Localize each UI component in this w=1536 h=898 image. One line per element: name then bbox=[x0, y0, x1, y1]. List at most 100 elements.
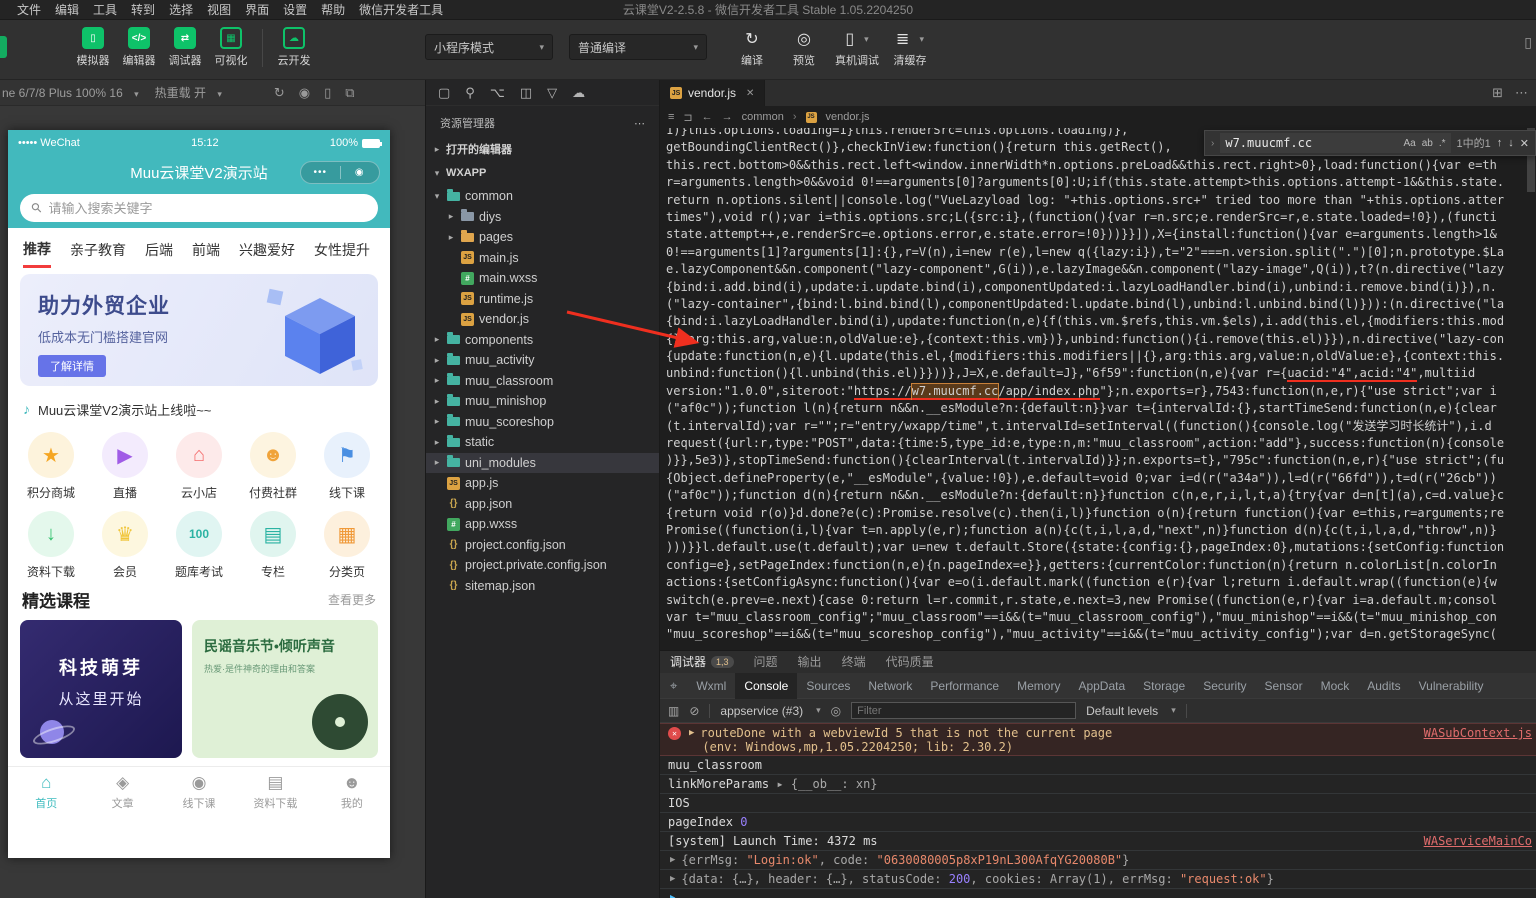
device-icon[interactable]: ▯ bbox=[324, 85, 331, 101]
dock-icon[interactable] bbox=[0, 36, 7, 58]
tree-item-app.js[interactable]: JSapp.js bbox=[426, 473, 659, 494]
devtools-tab-Network[interactable]: Network bbox=[859, 673, 921, 699]
console-message[interactable]: ▶{errMsg: "Login:ok", code: "0630080005p… bbox=[660, 851, 1536, 870]
tree-item-project.config.json[interactable]: {}project.config.json bbox=[426, 535, 659, 556]
find-input-box[interactable]: Aa ab .* bbox=[1220, 133, 1450, 153]
toolbar-button-visual[interactable]: ▦可视化 bbox=[208, 27, 254, 68]
expand-arrow-icon[interactable]: ▶ bbox=[670, 874, 675, 884]
tree-item-diys[interactable]: ▸diys bbox=[426, 207, 659, 228]
hot-reload-toggle[interactable]: 热重载 开 ▾ bbox=[155, 84, 222, 101]
close-icon[interactable]: ✕ bbox=[1520, 137, 1529, 150]
devtools-tab-Performance[interactable]: Performance bbox=[921, 673, 1008, 699]
tree-item-runtime.js[interactable]: JSruntime.js bbox=[426, 289, 659, 310]
devtools-tab-Wxml[interactable]: Wxml bbox=[687, 673, 735, 699]
menu-item[interactable]: 设置 bbox=[276, 0, 314, 20]
search-icon[interactable]: ⚲ bbox=[465, 85, 475, 101]
source-link[interactable]: WAServiceMainCo bbox=[1414, 834, 1532, 848]
expand-arrow-icon[interactable]: ▶ bbox=[670, 855, 675, 865]
toolbar-overflow-icon[interactable]: ▯ bbox=[1524, 34, 1532, 51]
record-icon[interactable]: ◉ bbox=[299, 85, 310, 101]
tree-item-project.private.config.json[interactable]: {}project.private.config.json bbox=[426, 555, 659, 576]
menu-item[interactable]: 工具 bbox=[86, 0, 124, 20]
outline-icon[interactable]: ≡ bbox=[668, 111, 674, 123]
tree-item-main.wxss[interactable]: #main.wxss bbox=[426, 268, 659, 289]
git-icon[interactable]: ⌥ bbox=[490, 85, 505, 101]
tabbar-item-资料下载[interactable]: ▤资料下载 bbox=[237, 773, 313, 816]
devtools-tab-Console[interactable]: Console bbox=[735, 673, 797, 699]
tabbar-item-文章[interactable]: ◈文章 bbox=[84, 773, 160, 816]
levels-select[interactable]: Default levels ▾ bbox=[1086, 704, 1176, 718]
panel-tab-代码质量[interactable]: 代码质量 bbox=[886, 651, 934, 673]
tree-item-common[interactable]: ▾common bbox=[426, 186, 659, 207]
grid_more-icon[interactable]: ⧉ bbox=[345, 85, 354, 101]
course-card-tech[interactable]: 科技萌芽 从这里开始 bbox=[20, 620, 182, 758]
source-link[interactable]: WASubContext.js bbox=[1414, 726, 1532, 740]
menu-item[interactable]: 帮助 bbox=[314, 0, 352, 20]
devtools-tab-Security[interactable]: Security bbox=[1194, 673, 1255, 699]
tabbar-item-线下课[interactable]: ◉线下课 bbox=[161, 773, 237, 816]
action-button-compile[interactable]: ↻编译 bbox=[731, 28, 773, 68]
tree-item-main.js[interactable]: JSmain.js bbox=[426, 248, 659, 269]
tree-item-static[interactable]: ▸static bbox=[426, 432, 659, 453]
panel-tab-调试器[interactable]: 调试器1,3 bbox=[670, 651, 734, 673]
category-tab[interactable]: 推荐 bbox=[23, 231, 51, 268]
devtools-tab-Mock[interactable]: Mock bbox=[1312, 673, 1359, 699]
clear-console-icon[interactable]: ⊘ bbox=[689, 704, 699, 718]
whole-word-icon[interactable]: ab bbox=[1422, 138, 1433, 149]
compile-mode-select[interactable]: 普通编译 ▾ bbox=[569, 34, 707, 60]
split-editor-icon[interactable]: ⊞ bbox=[1492, 85, 1503, 101]
prev-match-icon[interactable]: ↑ bbox=[1497, 137, 1503, 149]
refresh-icon[interactable]: ↻ bbox=[274, 85, 285, 101]
toolbar-button-editor[interactable]: </>编辑器 bbox=[116, 27, 162, 68]
console-filter-input[interactable] bbox=[851, 702, 1076, 719]
tree-item-pages[interactable]: ▸pages bbox=[426, 227, 659, 248]
tree-item-muu_scoreshop[interactable]: ▸muu_scoreshop bbox=[426, 412, 659, 433]
files-icon[interactable]: ▢ bbox=[438, 85, 450, 101]
toolbar-button-simulator[interactable]: ▯模拟器 bbox=[70, 27, 116, 68]
code-area[interactable]: 1)}this.options.loading=1}this.renderSrc… bbox=[660, 128, 1536, 650]
find-collapse-icon[interactable]: › bbox=[1211, 138, 1214, 149]
capsule-menu[interactable]: ••• ◉ bbox=[300, 161, 380, 184]
devtools-tab-Sources[interactable]: Sources bbox=[797, 673, 859, 699]
tree-item-uni_modules[interactable]: ▸uni_modules bbox=[426, 453, 659, 474]
grid-item-题库考试[interactable]: 100题库考试 bbox=[162, 511, 236, 580]
banner-cta-button[interactable]: 了解详情 bbox=[38, 355, 106, 377]
notice-bar[interactable]: ♪ Muu云课堂V2演示站上线啦~~ bbox=[8, 394, 390, 424]
grid-item-云小店[interactable]: ⌂云小店 bbox=[162, 432, 236, 501]
console-message[interactable]: [system] Launch Time: 4372 msWAServiceMa… bbox=[660, 832, 1536, 851]
see-more-link[interactable]: 查看更多 bbox=[328, 591, 376, 608]
open-editors-section[interactable]: ▸ 打开的编辑器 bbox=[426, 138, 659, 160]
tree-item-sitemap.json[interactable]: {}sitemap.json bbox=[426, 576, 659, 597]
tabbar-item-我的[interactable]: ☻我的 bbox=[314, 773, 390, 816]
console-message[interactable]: IOS bbox=[660, 794, 1536, 813]
tree-item-muu_activity[interactable]: ▸muu_activity bbox=[426, 350, 659, 371]
devtools-tab-Sensor[interactable]: Sensor bbox=[1256, 673, 1312, 699]
panel-tab-输出[interactable]: 输出 bbox=[798, 651, 822, 673]
tree-item-components[interactable]: ▸components bbox=[426, 330, 659, 351]
next-match-icon[interactable]: ↓ bbox=[1508, 137, 1514, 149]
action-button-clear_cache[interactable]: ≣▾清缓存 bbox=[889, 28, 931, 68]
tabbar-item-首页[interactable]: ⌂首页 bbox=[8, 773, 84, 816]
tree-item-muu_classroom[interactable]: ▸muu_classroom bbox=[426, 371, 659, 392]
tree-item-app.wxss[interactable]: #app.wxss bbox=[426, 514, 659, 535]
console-message[interactable]: ✕▶routeDone with a webviewId 5 that is n… bbox=[660, 723, 1536, 756]
menu-item[interactable]: 微信开发者工具 bbox=[352, 0, 450, 20]
search-input[interactable] bbox=[49, 201, 366, 216]
search-bar[interactable]: ⚲ bbox=[20, 194, 378, 222]
project-root-section[interactable]: ▾ WXAPP bbox=[426, 162, 659, 184]
course-card-music[interactable]: 民谣音乐节•倾听声音 热爱·是件神奇的理由和答案 bbox=[192, 620, 378, 758]
console-message[interactable]: linkMoreParams ▸ {__ob__: xn} bbox=[660, 775, 1536, 794]
category-tab[interactable]: 前端 bbox=[192, 232, 220, 266]
grid-item-资料下载[interactable]: ↓资料下载 bbox=[14, 511, 88, 580]
devtools-tab-Memory[interactable]: Memory bbox=[1008, 673, 1069, 699]
menu-item[interactable]: 界面 bbox=[238, 0, 276, 20]
console-sidebar-icon[interactable]: ▥ bbox=[668, 704, 679, 718]
menu-item[interactable]: 转到 bbox=[124, 0, 162, 20]
menu-item[interactable]: 视图 bbox=[200, 0, 238, 20]
console-message[interactable]: pageIndex 0 bbox=[660, 813, 1536, 832]
panel-tab-问题[interactable]: 问题 bbox=[754, 651, 778, 673]
expand-arrow-icon[interactable]: ▶ bbox=[670, 893, 675, 898]
devtools-tab-Vulnerability[interactable]: Vulnerability bbox=[1410, 673, 1493, 699]
panel-tab-终端[interactable]: 终端 bbox=[842, 651, 866, 673]
context-select[interactable]: appservice (#3) ▾ bbox=[720, 704, 820, 718]
